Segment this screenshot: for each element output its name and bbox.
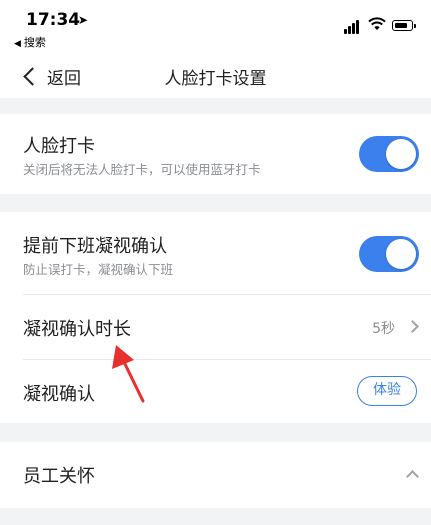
annotation-arrow-icon (112, 345, 145, 403)
